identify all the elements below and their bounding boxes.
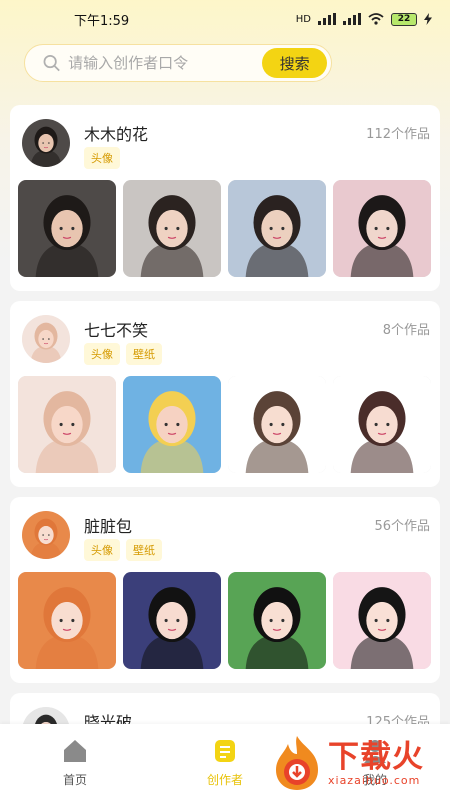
portrait-illustration: [18, 572, 116, 669]
works-count: 8个作品: [382, 323, 430, 338]
thumbnail[interactable]: [18, 376, 116, 473]
tag-avatar[interactable]: 头像: [84, 343, 120, 365]
signal-icon: [318, 13, 336, 25]
tag-avatar[interactable]: 头像: [84, 539, 120, 561]
home-icon: [64, 739, 86, 762]
portrait-illustration: [22, 511, 70, 559]
thumbnail[interactable]: [123, 376, 221, 473]
creator-avatar[interactable]: [22, 315, 70, 363]
nav-mine[interactable]: 我的: [325, 737, 425, 788]
thumbnail-row: [18, 180, 431, 277]
thumbnail[interactable]: [123, 180, 221, 277]
creator-card[interactable]: 脏脏包 56个作品 头像 壁纸: [10, 497, 440, 683]
nav-creators[interactable]: 创作者: [175, 737, 275, 788]
thumbnail[interactable]: [123, 572, 221, 669]
thumbnail[interactable]: [228, 572, 326, 669]
thumbnail[interactable]: [228, 180, 326, 277]
portrait-illustration: [333, 180, 431, 277]
portrait-illustration: [333, 572, 431, 669]
portrait-illustration: [228, 376, 326, 473]
bottom-nav: 首页 创作者 我的: [0, 724, 450, 800]
thumbnail[interactable]: [333, 376, 431, 473]
status-time: 下午1:59: [74, 13, 130, 29]
nav-home[interactable]: 首页: [25, 737, 125, 788]
portrait-illustration: [228, 180, 326, 277]
search-icon: [43, 54, 60, 72]
thumbnail[interactable]: [333, 572, 431, 669]
signal-icon-2: [343, 13, 361, 25]
thumbnail-row: [18, 376, 431, 473]
status-icons: HD 22: [295, 12, 432, 26]
tag-wallpaper[interactable]: 壁纸: [126, 343, 162, 365]
search-button[interactable]: 搜索: [262, 48, 327, 78]
creator-card[interactable]: 七七不笑 8个作品 头像 壁纸: [10, 301, 440, 487]
creator-name[interactable]: 脏脏包: [84, 513, 132, 537]
portrait-illustration: [22, 119, 70, 167]
portrait-illustration: [333, 376, 431, 473]
tag-list: 头像 壁纸: [84, 343, 162, 365]
nav-creators-label: 创作者: [206, 772, 243, 787]
tag-list: 头像 壁纸: [84, 539, 162, 561]
portrait-illustration: [123, 180, 221, 277]
nav-home-label: 首页: [62, 772, 87, 787]
creator-card[interactable]: 木木的花 112个作品 头像: [10, 105, 440, 291]
creator-name[interactable]: 七七不笑: [84, 317, 148, 341]
thumbnail[interactable]: [18, 180, 116, 277]
search-bar: 搜索: [24, 44, 332, 82]
thumbnail[interactable]: [228, 376, 326, 473]
works-count: 56个作品: [374, 519, 430, 534]
thumbnail-row: [18, 572, 431, 669]
creator-feed: 木木的花 112个作品 头像 七七不笑 8个作品 头像 壁纸 脏脏包 56个作品: [10, 105, 440, 763]
portrait-illustration: [18, 376, 116, 473]
portrait-illustration: [18, 180, 116, 277]
creator-avatar[interactable]: [22, 119, 70, 167]
tag-avatar[interactable]: 头像: [84, 147, 120, 169]
portrait-illustration: [22, 315, 70, 363]
portrait-illustration: [228, 572, 326, 669]
tag-list: 头像: [84, 147, 120, 169]
nav-mine-label: 我的: [362, 772, 387, 787]
creator-avatar[interactable]: [22, 511, 70, 559]
works-count: 112个作品: [366, 127, 430, 142]
thumbnail[interactable]: [333, 180, 431, 277]
document-icon: [215, 739, 235, 762]
status-bar: 下午1:59 HD 22: [0, 0, 450, 38]
network-label: HD: [295, 13, 311, 25]
tag-wallpaper[interactable]: 壁纸: [126, 539, 162, 561]
portrait-illustration: [123, 376, 221, 473]
charging-icon: [424, 13, 432, 25]
wifi-icon: [368, 13, 384, 25]
thumbnail[interactable]: [18, 572, 116, 669]
portrait-illustration: [123, 572, 221, 669]
creator-name[interactable]: 木木的花: [84, 121, 148, 145]
battery-icon: 22: [391, 12, 417, 26]
search-input[interactable]: [68, 54, 263, 72]
person-icon: [364, 739, 386, 763]
